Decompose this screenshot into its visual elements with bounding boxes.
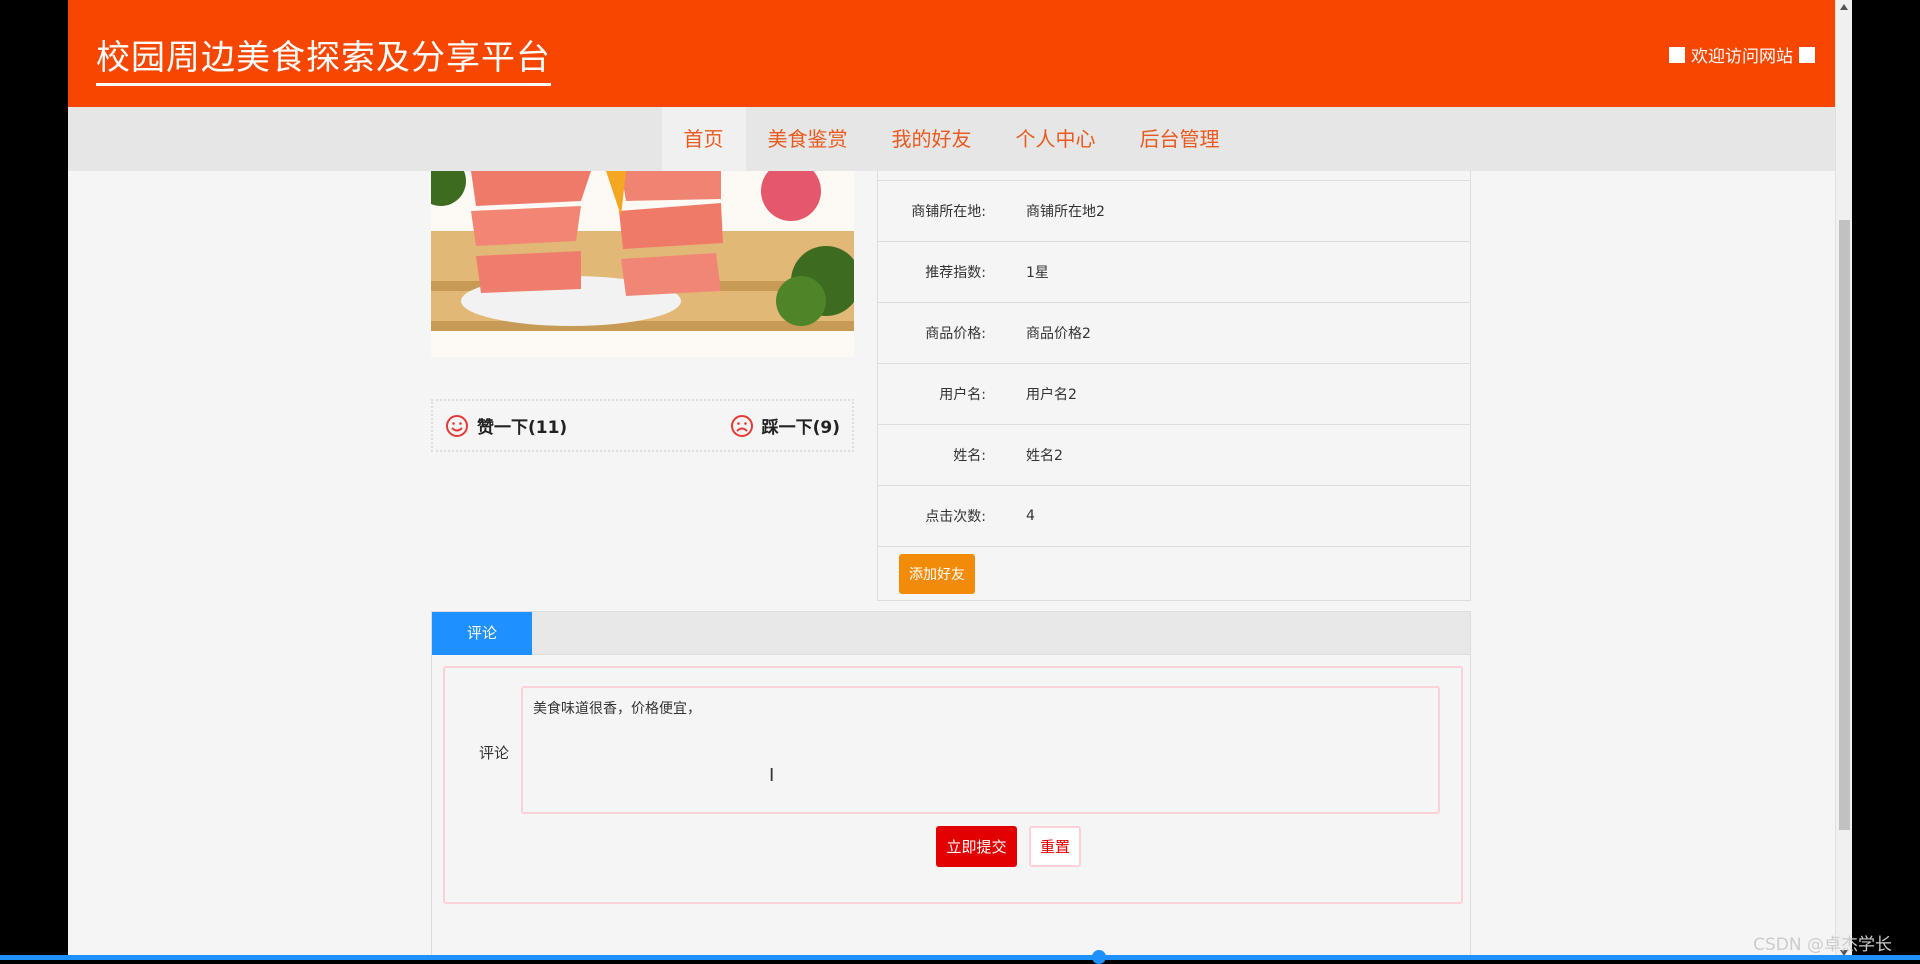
detail-table: 商铺所在地: 商铺所在地2 推荐指数: 1星 商品价格: 商品价格2 用户名: … — [877, 171, 1471, 601]
reset-button[interactable]: 重置 — [1029, 826, 1081, 867]
comment-section: 评论 评论 美食味道很香，价格便宜， I 立即提交 重置 — [431, 611, 1471, 960]
detail-key: 推荐指数: — [925, 265, 986, 281]
dislike-label: 踩一下(9) — [761, 418, 840, 438]
comment-label: 评论 — [479, 744, 510, 762]
vote-bar: 赞一下(11) 踩一下(9) — [431, 399, 854, 452]
progress-handle[interactable] — [1092, 950, 1106, 964]
site-header: 校园周边美食探索及分享平台 欢迎访问网站 — [68, 0, 1835, 107]
watermark: CSDN @卓杰学长 — [1753, 935, 1892, 955]
comment-form: 评论 美食味道很香，价格便宜， I 立即提交 重置 — [443, 666, 1463, 904]
detail-value: 1星 — [1026, 265, 1049, 281]
nav-item-admin[interactable]: 后台管理 — [1118, 107, 1242, 171]
square-icon — [1669, 46, 1685, 63]
welcome-text: 欢迎访问网站 — [1691, 47, 1793, 67]
detail-key: 商品价格: — [925, 326, 986, 342]
detail-key: 姓名: — [953, 448, 986, 464]
detail-row: 姓名: 姓名2 — [878, 425, 1470, 486]
detail-value: 商品价格2 — [1026, 326, 1091, 342]
like-button[interactable]: 赞一下(11) — [445, 413, 567, 438]
detail-row: 商品价格: 商品价格2 — [878, 303, 1470, 364]
dislike-button[interactable]: 踩一下(9) — [730, 413, 840, 438]
detail-value: 用户名2 — [1026, 387, 1077, 403]
nav-item-friends[interactable]: 我的好友 — [870, 107, 994, 171]
text-cursor-icon: I — [769, 765, 775, 786]
like-label: 赞一下(11) — [477, 418, 568, 438]
nav-item-food[interactable]: 美食鉴赏 — [746, 107, 870, 171]
nav-item-home[interactable]: 首页 — [661, 107, 746, 171]
submit-button[interactable]: 立即提交 — [936, 826, 1017, 867]
food-image — [431, 171, 854, 357]
detail-value: 姓名2 — [1026, 448, 1063, 464]
frown-icon — [730, 414, 753, 437]
video-progress-bar[interactable] — [0, 955, 1920, 960]
detail-row — [878, 171, 1470, 181]
detail-row: 商铺所在地: 商铺所在地2 — [878, 181, 1470, 242]
tab-comment[interactable]: 评论 — [432, 612, 532, 655]
square-icon — [1799, 46, 1815, 63]
detail-value: 4 — [1026, 508, 1035, 524]
add-friend-button[interactable]: 添加好友 — [899, 553, 975, 594]
main-nav: 首页 美食鉴赏 我的好友 个人中心 后台管理 — [68, 107, 1835, 171]
browser-page: 校园周边美食探索及分享平台 欢迎访问网站 首页 美食鉴赏 我的好友 个人中心 后… — [68, 0, 1835, 960]
page-scrollbar[interactable] — [1835, 0, 1852, 960]
detail-key: 点击次数: — [925, 509, 986, 525]
comment-textarea[interactable]: 美食味道很香，价格便宜， — [521, 686, 1440, 814]
detail-key: 用户名: — [939, 387, 986, 403]
detail-key: 商铺所在地: — [911, 204, 986, 220]
welcome-banner: 欢迎访问网站 — [1669, 42, 1815, 67]
scroll-up-icon[interactable] — [1840, 4, 1848, 10]
add-friend-row: 添加好友 — [878, 547, 1470, 601]
detail-row: 点击次数: 4 — [878, 486, 1470, 547]
detail-row: 推荐指数: 1星 — [878, 242, 1470, 303]
nav-item-profile[interactable]: 个人中心 — [994, 107, 1118, 171]
detail-row: 用户名: 用户名2 — [878, 364, 1470, 425]
smile-icon — [446, 414, 468, 437]
scroll-thumb[interactable] — [1839, 220, 1850, 830]
comment-tabbar: 评论 — [432, 612, 1470, 655]
site-title[interactable]: 校园周边美食探索及分享平台 — [96, 30, 551, 86]
detail-value: 商铺所在地2 — [1026, 204, 1105, 220]
